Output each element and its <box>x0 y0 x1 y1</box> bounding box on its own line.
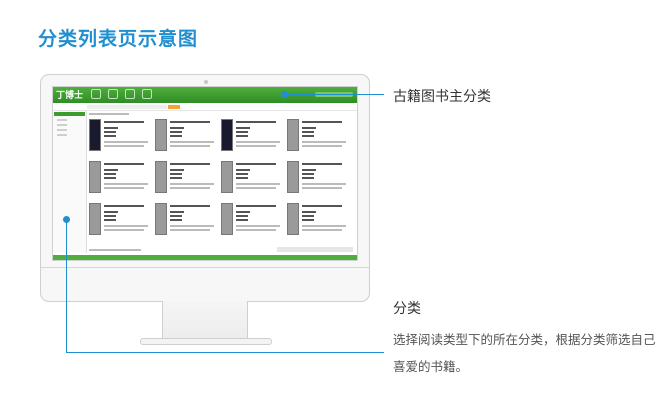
book-card <box>221 203 283 239</box>
book-card <box>221 119 283 155</box>
nav-icon <box>142 89 152 99</box>
sidebar-item <box>57 124 67 126</box>
site-logo: 丁博士 <box>56 91 84 101</box>
book-card <box>89 161 151 197</box>
site-footer <box>53 255 357 260</box>
site-header: 丁博士 <box>53 87 357 103</box>
search-input <box>87 105 167 109</box>
nav-icon <box>125 89 135 99</box>
book-list <box>89 113 355 245</box>
book-cover <box>221 119 233 151</box>
callout-line-main <box>284 94 384 95</box>
sidebar-item <box>57 134 67 136</box>
book-card <box>287 203 349 239</box>
page-title: 分类列表页示意图 <box>38 28 199 50</box>
callout-category-title: 分类 <box>393 301 421 317</box>
book-cover <box>287 203 299 235</box>
book-cover <box>89 203 101 235</box>
book-cover <box>287 119 299 151</box>
book-cover <box>221 203 233 235</box>
nav-icon <box>108 89 118 99</box>
callout-line-category-v <box>66 220 67 353</box>
book-cover <box>155 119 167 151</box>
callout-main-category: 古籍图书主分类 <box>393 89 491 105</box>
pagination <box>89 247 355 253</box>
nav-icon <box>91 89 101 99</box>
book-card <box>221 161 283 197</box>
book-card <box>287 161 349 197</box>
book-cover <box>89 119 101 151</box>
search-button <box>168 105 180 109</box>
book-card <box>287 119 349 155</box>
monitor-stand <box>162 301 248 339</box>
book-cover <box>89 161 101 193</box>
sidebar-head <box>54 112 85 116</box>
screen-mockup: 丁博士 <box>52 86 358 261</box>
book-card <box>89 119 151 155</box>
book-card <box>155 203 217 239</box>
sidebar-item <box>57 129 67 131</box>
category-sidebar <box>53 111 87 253</box>
breadcrumb <box>89 113 129 115</box>
sidebar-item <box>57 119 67 121</box>
callout-line-category-h <box>66 352 384 353</box>
book-card <box>89 203 151 239</box>
book-card <box>155 119 217 155</box>
book-cover <box>155 161 167 193</box>
monitor-base <box>140 338 272 345</box>
camera-dot <box>204 80 208 84</box>
book-cover <box>221 161 233 193</box>
monitor-chin <box>41 267 369 268</box>
book-cover <box>287 161 299 193</box>
book-card <box>155 161 217 197</box>
callout-category-desc: 选择阅读类型下的所在分类，根据分类筛选自己喜爱的书籍。 <box>393 332 656 374</box>
search-bar <box>53 104 357 111</box>
book-cover <box>155 203 167 235</box>
